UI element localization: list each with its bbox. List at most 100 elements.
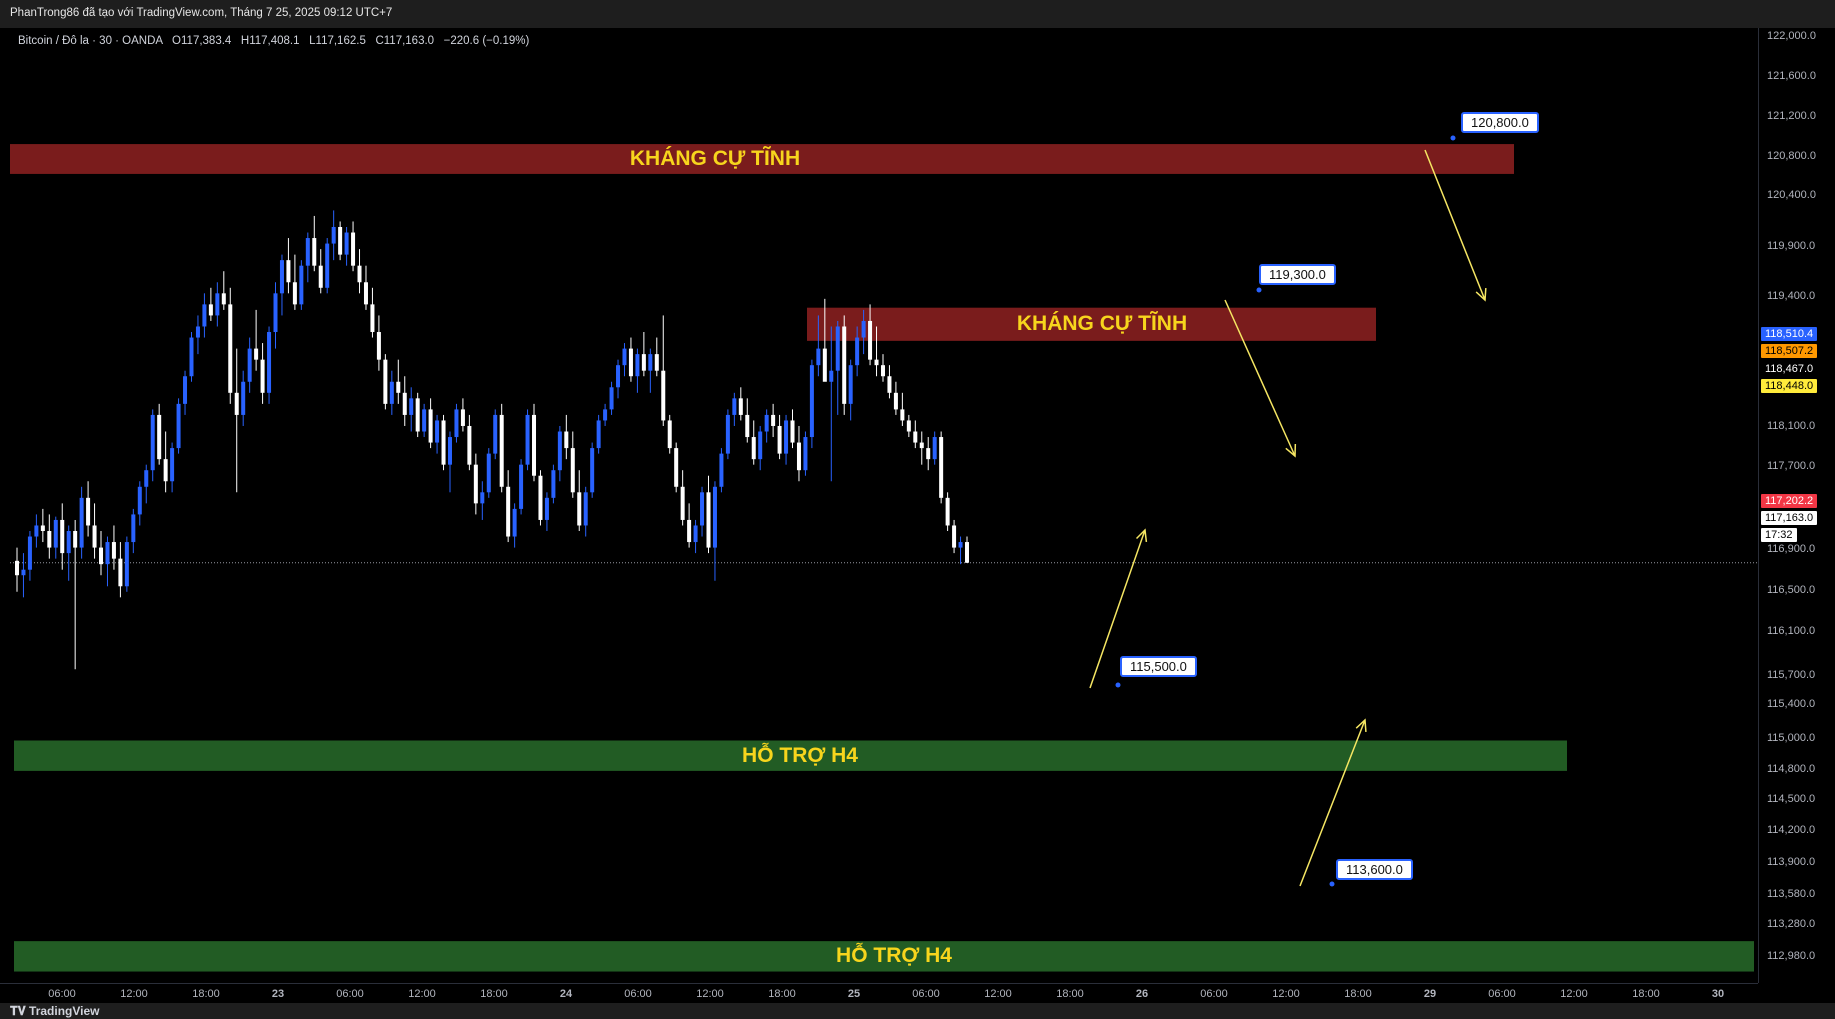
candle-body[interactable] [150, 414, 155, 471]
candle-body[interactable] [428, 409, 433, 443]
candle-body[interactable] [422, 409, 427, 432]
candle-body[interactable] [163, 459, 168, 482]
candle-body[interactable] [842, 326, 847, 404]
candle-body[interactable] [790, 420, 795, 443]
candle-body[interactable] [919, 442, 924, 449]
candle-body[interactable] [325, 243, 330, 288]
candle-body[interactable] [409, 398, 414, 415]
candle-body[interactable] [570, 448, 575, 493]
candle-body[interactable] [635, 354, 640, 377]
candle-body[interactable] [861, 320, 866, 338]
candle-body[interactable] [499, 414, 504, 487]
candle-body[interactable] [234, 392, 239, 415]
tradingview-logo[interactable]: 𝐓𝐕 TradingView [10, 1004, 100, 1019]
candle-body[interactable] [506, 486, 511, 537]
candle-body[interactable] [628, 348, 633, 377]
candle-body[interactable] [693, 525, 698, 543]
candle-body[interactable] [467, 425, 472, 465]
time-axis[interactable]: 06:00 12:00 18:00 23 06:00 12:00 18:00 24 06:00 1… [0, 983, 1758, 1004]
candle-body[interactable] [441, 420, 446, 465]
candle-body[interactable] [590, 448, 595, 493]
candle-body[interactable] [952, 525, 957, 548]
candle-body[interactable] [66, 531, 71, 554]
candle-body[interactable] [835, 326, 840, 371]
candle-body[interactable] [616, 365, 621, 388]
candle-body[interactable] [913, 431, 918, 443]
candle-body[interactable] [880, 365, 885, 377]
candle-body[interactable] [27, 536, 32, 570]
candle-body[interactable] [170, 448, 175, 482]
candle-body[interactable] [389, 381, 394, 404]
candle-body[interactable] [719, 453, 724, 487]
candle-body[interactable] [661, 370, 666, 421]
candle-body[interactable] [893, 392, 898, 410]
candle-body[interactable] [480, 492, 485, 504]
candle-body[interactable] [848, 365, 853, 404]
chart-area[interactable] [10, 28, 1758, 983]
candle-body[interactable] [260, 359, 265, 393]
candle-body[interactable] [215, 293, 220, 316]
candle-body[interactable] [60, 519, 65, 554]
candle-body[interactable] [609, 387, 614, 410]
candle-body[interactable] [557, 431, 562, 471]
candle-body[interactable] [312, 238, 317, 266]
candle-body[interactable] [525, 414, 530, 465]
candle-body[interactable] [73, 531, 78, 548]
candle-body[interactable] [21, 569, 26, 576]
candle-body[interactable] [738, 398, 743, 415]
candle-body[interactable] [286, 260, 291, 283]
candle-body[interactable] [796, 442, 801, 471]
candle-body[interactable] [900, 409, 905, 421]
candle-body[interactable] [99, 547, 104, 565]
candle-body[interactable] [932, 437, 937, 460]
candle-body[interactable] [376, 332, 381, 360]
candle-body[interactable] [822, 348, 827, 382]
candle-body[interactable] [118, 558, 123, 587]
candle-body[interactable] [202, 304, 207, 327]
candle-body[interactable] [435, 420, 440, 443]
candle-body[interactable] [473, 464, 478, 504]
candle-body[interactable] [195, 326, 200, 338]
candle-body[interactable] [486, 453, 491, 493]
candle-body[interactable] [79, 497, 84, 548]
candle-body[interactable] [402, 392, 407, 415]
candle-body[interactable] [176, 403, 181, 449]
candle-body[interactable] [363, 282, 368, 305]
candle-body[interactable] [596, 420, 601, 449]
candle-body[interactable] [105, 542, 110, 565]
candle-body[interactable] [680, 486, 685, 520]
candle-body[interactable] [945, 497, 950, 526]
candle-body[interactable] [183, 376, 188, 404]
candle-body[interactable] [868, 320, 873, 360]
candle-body[interactable] [674, 448, 679, 487]
candle-body[interactable] [764, 414, 769, 432]
candle-body[interactable] [254, 348, 259, 360]
candle-body[interactable] [725, 414, 730, 454]
candle-body[interactable] [447, 437, 452, 465]
candle-body[interactable] [454, 409, 459, 438]
price-callout[interactable]: 115,500.0 [1120, 656, 1197, 677]
candle-body[interactable] [40, 525, 45, 532]
candle-body[interactable] [357, 265, 362, 283]
candle-body[interactable] [519, 464, 524, 509]
price-chart[interactable] [10, 28, 1758, 983]
candle-body[interactable] [34, 525, 39, 537]
candle-body[interactable] [784, 420, 789, 454]
candle-body[interactable] [874, 359, 879, 366]
candle-body[interactable] [887, 376, 892, 393]
candle-body[interactable] [564, 431, 569, 449]
candle-body[interactable] [816, 348, 821, 366]
candle-body[interactable] [829, 370, 834, 382]
candle-body[interactable] [92, 525, 97, 548]
candle-body[interactable] [305, 238, 310, 266]
candle-body[interactable] [47, 531, 52, 548]
candle-body[interactable] [700, 492, 705, 526]
candle-body[interactable] [157, 414, 162, 460]
candle-body[interactable] [706, 492, 711, 548]
candle-body[interactable] [370, 304, 375, 333]
candle-body[interactable] [53, 519, 58, 548]
candle-body[interactable] [228, 304, 233, 393]
candle-body[interactable] [351, 232, 356, 266]
candle-body[interactable] [532, 414, 537, 476]
candle-body[interactable] [603, 409, 608, 421]
